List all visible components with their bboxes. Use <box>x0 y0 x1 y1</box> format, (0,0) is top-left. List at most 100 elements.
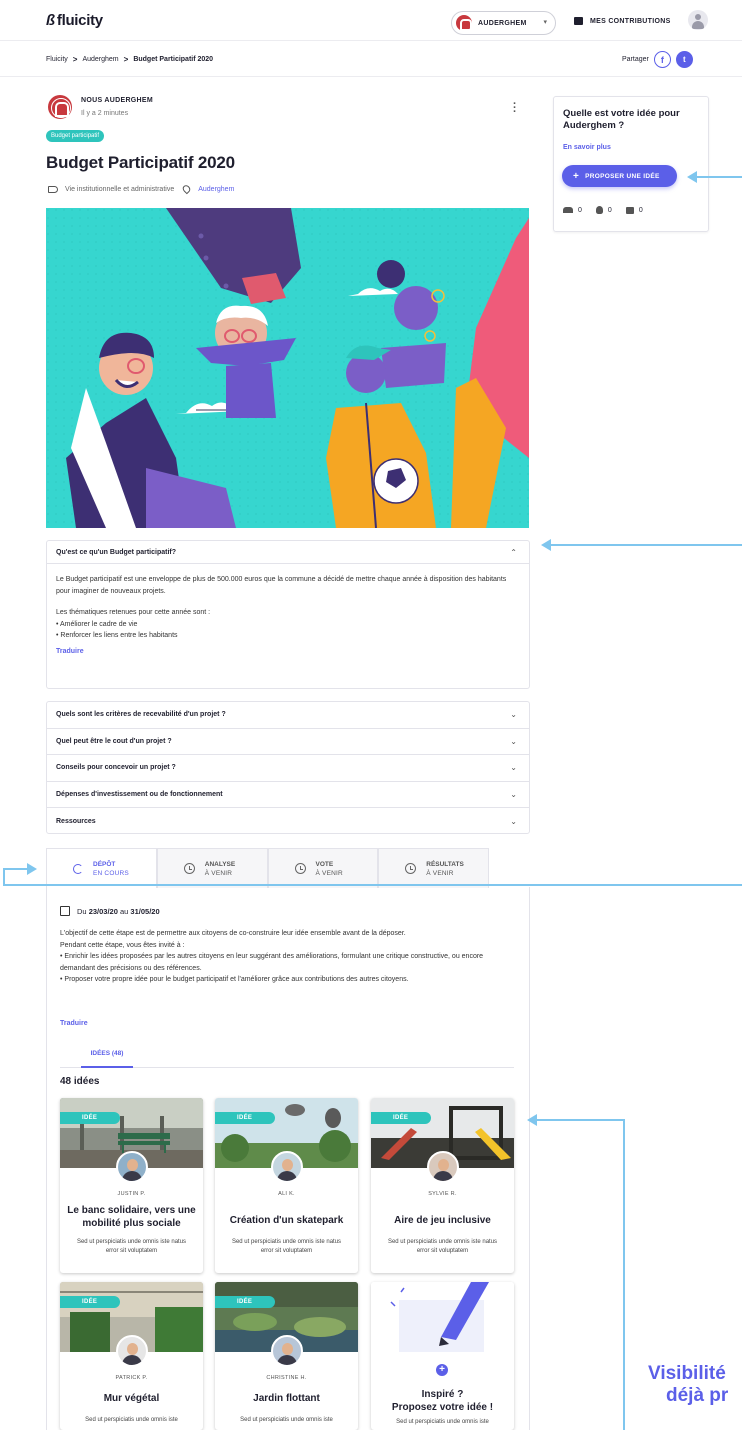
tab-ideas[interactable]: IDÉES (48) <box>81 1044 133 1068</box>
step-dates: Du 23/03/20 au 31/05/20 <box>60 906 160 916</box>
annotation-line <box>550 544 742 546</box>
faq-item[interactable]: Conseils pour concevoir un projet ? ⌄ <box>47 755 529 782</box>
pencil-illustration <box>371 1282 514 1352</box>
author-avatar <box>116 1151 148 1183</box>
author-name[interactable]: NOUS AUDERGHEM <box>81 97 153 104</box>
comment-icon <box>625 206 634 214</box>
propose-idea-card[interactable]: + Inspiré ? Proposez votre idée ! Sed ut… <box>371 1282 514 1430</box>
annotation-line <box>696 176 742 178</box>
idea-author: JUSTIN P. <box>117 1191 146 1197</box>
tab-vote[interactable]: VOTE À VENIR <box>267 848 379 888</box>
faq-item[interactable]: Ressources ⌄ <box>47 808 529 835</box>
page-title: Budget Participatif 2020 <box>46 153 235 172</box>
commune-seal-icon <box>456 15 472 31</box>
faq-open: Qu'est ce qu'un Budget participatif? ⌃ L… <box>46 540 530 689</box>
tab-analyse[interactable]: ANALYSE À VENIR <box>156 848 268 888</box>
idea-author: PATRICK P. <box>115 1375 148 1381</box>
divider <box>0 76 742 77</box>
idea-pill: IDÉE <box>60 1296 120 1308</box>
annotation-arrowhead <box>27 863 37 875</box>
share-label: Partager <box>622 56 649 63</box>
idea-card[interactable]: IDÉE PATRICK P. Mur végétal Sed ut persp… <box>60 1282 203 1430</box>
propose-desc: Sed ut perspiciatis unde omnis iste <box>396 1419 489 1425</box>
idea-title: Jardin flottant <box>253 1393 320 1404</box>
tab-depot[interactable]: DÉPÔT EN COURS <box>46 848 157 888</box>
stat-comments: 0 <box>625 206 643 214</box>
idea-title: Aire de jeu inclusive <box>394 1215 491 1226</box>
idea-pill: IDÉE <box>371 1112 431 1124</box>
author-avatar <box>427 1151 459 1183</box>
idea-card[interactable]: IDÉE CHRISTINE H. Jardin flottant Sed ut… <box>215 1282 358 1430</box>
breadcrumb-separator: > <box>123 55 129 64</box>
idea-desc: Sed ut perspiciatis unde omnis iste <box>85 1417 178 1423</box>
step-description: L'objectif de cette étape est de permett… <box>60 930 484 983</box>
idea-card[interactable]: IDÉE JUSTIN P. Le banc solidaire, vers u… <box>60 1098 203 1273</box>
more-options-icon[interactable]: · · · <box>513 99 517 118</box>
category-badge: Budget participatif <box>46 130 105 142</box>
breadcrumb-commune[interactable]: Auderghem <box>82 56 118 63</box>
idea-desc: Sed ut perspiciatis unde omnis iste <box>240 1417 333 1423</box>
calendar-icon <box>60 906 70 916</box>
location-pin-icon <box>181 183 193 195</box>
sidebar-question: Quelle est votre idée pour Auderghem ? <box>563 108 680 131</box>
commune-label: AUDERGHEM <box>478 19 527 27</box>
people-icon <box>563 207 573 213</box>
tag-icon <box>48 185 58 193</box>
faq-bullet: • Renforcer les liens entre les habitant… <box>56 632 178 639</box>
chevron-down-icon: ⌄ <box>510 763 517 773</box>
faq-open-header[interactable]: Qu'est ce qu'un Budget participatif? ⌃ <box>47 541 529 564</box>
chevron-down-icon: ⌄ <box>510 789 517 799</box>
hero-illustration-art <box>46 208 529 528</box>
contributions-icon <box>574 17 583 25</box>
faq-bullet: • Améliorer le cadre de vie <box>56 620 138 628</box>
annotation-line <box>623 1119 625 1430</box>
faq-paragraph: Le Budget participatif est une enveloppe… <box>56 576 507 595</box>
sidebar-stats: 0 0 0 <box>563 206 657 214</box>
chevron-down-icon: ▾ <box>543 19 547 26</box>
idea-pill: IDÉE <box>215 1296 275 1308</box>
annotation-line <box>3 884 742 886</box>
learn-more-link[interactable]: En savoir plus <box>563 144 611 151</box>
breadcrumb-current: Budget Participatif 2020 <box>133 56 214 63</box>
idea-title: Le banc solidaire, vers une mobilité plu… <box>67 1205 196 1229</box>
author-avatar <box>116 1335 148 1367</box>
propose-title: Inspiré ? Proposez votre idée ! <box>391 1389 494 1413</box>
idea-pill: IDÉE <box>215 1112 275 1124</box>
my-contributions-link[interactable]: MES CONTRIBUTIONS <box>574 17 671 25</box>
facebook-icon[interactable]: f <box>653 51 671 68</box>
top-bar: ß fluicity AUDERGHEM ▾ MES CONTRIBUTIONS <box>0 0 742 41</box>
idea-card[interactable]: IDÉE ALI K. Création d'un skatepark Sed … <box>215 1098 358 1273</box>
plus-icon[interactable]: + <box>436 1364 448 1376</box>
ideas-tabbar: IDÉES (48) <box>60 1044 514 1068</box>
breadcrumb-home[interactable]: Fluicity <box>46 56 68 63</box>
idea-desc: Sed ut perspiciatis unde omnis iste natu… <box>76 1239 187 1254</box>
propose-idea-button[interactable]: + PROPOSER UNE IDÉE <box>562 165 677 187</box>
chevron-down-icon: ⌄ <box>510 736 517 746</box>
plus-icon: + <box>573 170 580 182</box>
translate-link[interactable]: Traduire <box>56 646 520 658</box>
translate-link[interactable]: Traduire <box>60 1020 88 1027</box>
refresh-icon <box>73 863 83 874</box>
idea-author: SYLVIE R. <box>428 1191 457 1197</box>
annotation-line <box>536 1119 625 1121</box>
tab-resultats[interactable]: RÉSULTATS À VENIR <box>378 848 489 888</box>
faq-item[interactable]: Quels sont les critères de recevabilité … <box>47 702 529 729</box>
idea-title: Mur végétal <box>103 1393 160 1404</box>
idea-desc: Sed ut perspiciatis unde omnis iste natu… <box>387 1239 498 1254</box>
faq-item[interactable]: Quel peut être le cout d'un projet ? ⌄ <box>47 729 529 755</box>
post-meta: Vie institutionnelle et administrative A… <box>48 183 234 195</box>
commune-selector[interactable]: AUDERGHEM ▾ <box>451 11 556 35</box>
user-avatar[interactable] <box>688 10 708 30</box>
chevron-up-icon: ⌃ <box>510 547 517 557</box>
chevron-down-icon: ⌄ <box>510 816 517 826</box>
faq-paragraph: Les thématiques retenues pour cette anné… <box>56 609 211 616</box>
author-seal-icon <box>48 95 72 119</box>
annotation-caption: Visibilité déjà pr <box>648 1363 729 1406</box>
fluicity-logo[interactable]: ß fluicity <box>46 12 103 29</box>
clock-icon <box>183 863 195 874</box>
faq-item[interactable]: Dépenses d'investissement ou de fonction… <box>47 782 529 808</box>
twitter-icon[interactable]: t <box>675 51 693 68</box>
post-location[interactable]: Auderghem <box>198 186 234 193</box>
idea-card[interactable]: IDÉE SYLVIE R. Aire de jeu inclusive Sed… <box>371 1098 514 1273</box>
lightbulb-icon <box>595 206 603 214</box>
